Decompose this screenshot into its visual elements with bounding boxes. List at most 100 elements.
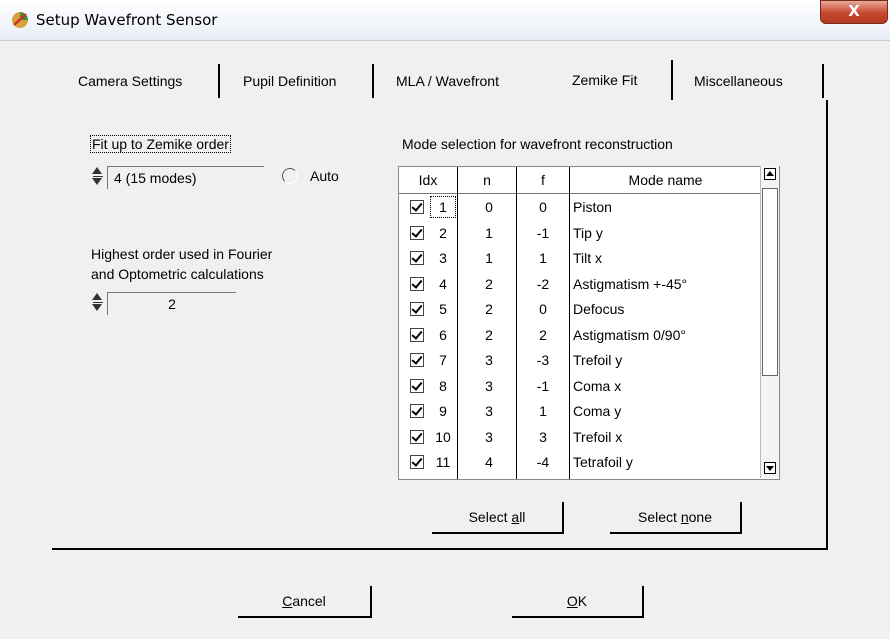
select-all-button[interactable]: Select all <box>432 502 564 534</box>
mode-f: 0 <box>539 199 547 215</box>
mode-f: -1 <box>536 377 550 394</box>
tab-camera-settings[interactable]: Camera Settings <box>76 66 184 96</box>
ok-button[interactable]: OK <box>512 586 644 618</box>
table-row[interactable]: 6 2 2 Astigmatism 0/90° <box>399 323 761 349</box>
mode-n: 1 <box>485 224 493 241</box>
mode-checkbox[interactable] <box>410 327 424 342</box>
mode-f: -1 <box>536 224 550 241</box>
tab-separator <box>372 64 374 98</box>
window-title: Setup Wavefront Sensor <box>36 11 218 29</box>
tab-separator <box>671 60 673 100</box>
mode-checkbox[interactable] <box>410 276 424 291</box>
mode-n: 0 <box>485 199 493 215</box>
highest-order-label-line1: Highest order used in Fourier <box>91 246 273 262</box>
mode-name: Trefoil x <box>573 428 623 445</box>
mode-name: Tip y <box>573 224 603 241</box>
tab-separator <box>822 64 824 98</box>
table-row[interactable]: 3 1 1 Tilt x <box>399 246 761 272</box>
spinner-arrows-icon[interactable] <box>92 164 104 190</box>
scroll-up-arrow-icon[interactable] <box>764 168 776 180</box>
column-header-idx[interactable]: Idx <box>399 167 457 194</box>
mode-idx: 8 <box>439 377 447 394</box>
mode-name: Tetrafoil y <box>573 454 633 470</box>
mode-name: Defocus <box>573 301 625 317</box>
column-header-mode-name[interactable]: Mode name <box>570 167 761 194</box>
column-header-n[interactable]: n <box>458 167 516 194</box>
mode-name: Coma x <box>573 377 622 394</box>
close-button[interactable]: X <box>820 0 888 24</box>
select-none-button[interactable]: Select none <box>610 502 742 534</box>
mode-checkbox[interactable] <box>410 302 424 316</box>
tab-miscellaneous[interactable]: Miscellaneous <box>692 66 785 96</box>
mode-n: 3 <box>485 403 493 419</box>
mode-idx: 4 <box>439 275 447 292</box>
scrollbar-thumb[interactable] <box>762 188 778 376</box>
mode-checkbox[interactable] <box>410 429 424 444</box>
mode-idx: 10 <box>435 428 451 445</box>
mode-selection-heading: Mode selection for wavefront reconstruct… <box>402 136 673 152</box>
mode-n: 4 <box>485 454 493 470</box>
mode-checkbox[interactable] <box>410 225 424 240</box>
mode-idx: 1 <box>429 195 457 219</box>
highest-order-field[interactable]: 2 <box>107 292 236 315</box>
column-header-f[interactable]: f <box>517 167 569 194</box>
mode-checkbox[interactable] <box>410 353 424 367</box>
mode-idx: 6 <box>439 326 447 343</box>
mode-n: 3 <box>485 428 493 445</box>
tab-zernike-fit[interactable]: Zemike Fit <box>570 60 640 98</box>
mode-table[interactable]: Idx n f Mode name 1 0 0 Piston 2 1 -1 Tip y311T… <box>398 166 780 480</box>
close-icon: X <box>848 2 860 20</box>
mode-f: 1 <box>539 403 547 419</box>
mode-n: 2 <box>485 275 493 292</box>
mode-name: Trefoil y <box>573 352 623 368</box>
mode-n: 3 <box>485 377 493 394</box>
mode-f: 0 <box>539 301 547 317</box>
table-row[interactable]: 5 2 0 Defocus <box>399 297 761 323</box>
mode-n: 3 <box>485 352 493 368</box>
mode-checkbox[interactable] <box>410 200 424 214</box>
auto-radio[interactable] <box>282 168 298 184</box>
fit-order-field[interactable]: 4 (15 modes) <box>107 166 264 189</box>
mode-f: -2 <box>536 275 550 292</box>
mode-idx: 2 <box>439 224 447 241</box>
table-scrollbar[interactable] <box>760 166 779 478</box>
mode-checkbox[interactable] <box>410 378 424 393</box>
table-row[interactable]: 1 0 0 Piston <box>399 195 761 221</box>
wavefront-app-icon <box>12 12 28 28</box>
mode-n: 2 <box>485 301 493 317</box>
table-row[interactable]: 4 2 -2 Astigmatism +-45° <box>399 272 761 298</box>
mode-name: Tilt x <box>573 250 603 266</box>
mode-f: 3 <box>539 428 547 445</box>
table-row[interactable]: 11 4 -4 Tetrafoil y <box>399 450 761 476</box>
tab-separator <box>218 64 220 98</box>
tab-mla-wavefront[interactable]: MLA / Wavefront <box>394 66 501 96</box>
table-row[interactable]: 2 1 -1 Tip y <box>399 221 761 247</box>
table-row[interactable]: 9 3 1 Coma y <box>399 399 761 425</box>
mode-idx: 9 <box>439 403 447 419</box>
mode-name: Coma y <box>573 403 622 419</box>
mode-name: Astigmatism +-45° <box>573 275 688 292</box>
mode-checkbox[interactable] <box>410 404 424 418</box>
mode-n: 1 <box>485 250 493 266</box>
mode-f: -3 <box>536 352 550 368</box>
mode-f: 1 <box>539 250 547 266</box>
spinner-arrows-icon[interactable] <box>92 290 104 316</box>
tab-pupil-definition[interactable]: Pupil Definition <box>241 66 338 96</box>
cancel-button[interactable]: Cancel <box>238 586 372 618</box>
scroll-down-arrow-icon[interactable] <box>764 462 776 474</box>
panel-bottom-divider <box>52 548 828 550</box>
mode-name: Astigmatism 0/90° <box>573 326 686 343</box>
mode-idx: 7 <box>439 352 447 368</box>
mode-checkbox[interactable] <box>410 455 424 469</box>
mode-idx: 11 <box>435 454 451 470</box>
table-row[interactable]: 10 3 3 Trefoil x <box>399 425 761 451</box>
table-row[interactable]: 8 3 -1 Coma x <box>399 374 761 400</box>
highest-order-label-line2: and Optometric calculations <box>91 266 264 282</box>
table-row[interactable]: 7 3 -3 Trefoil y <box>399 348 761 374</box>
mode-f: 2 <box>539 326 547 343</box>
mode-idx: 5 <box>439 301 447 317</box>
mode-checkbox[interactable] <box>410 251 424 265</box>
mode-n: 2 <box>485 326 493 343</box>
mode-f: -4 <box>536 454 550 470</box>
mode-idx: 3 <box>439 250 447 266</box>
